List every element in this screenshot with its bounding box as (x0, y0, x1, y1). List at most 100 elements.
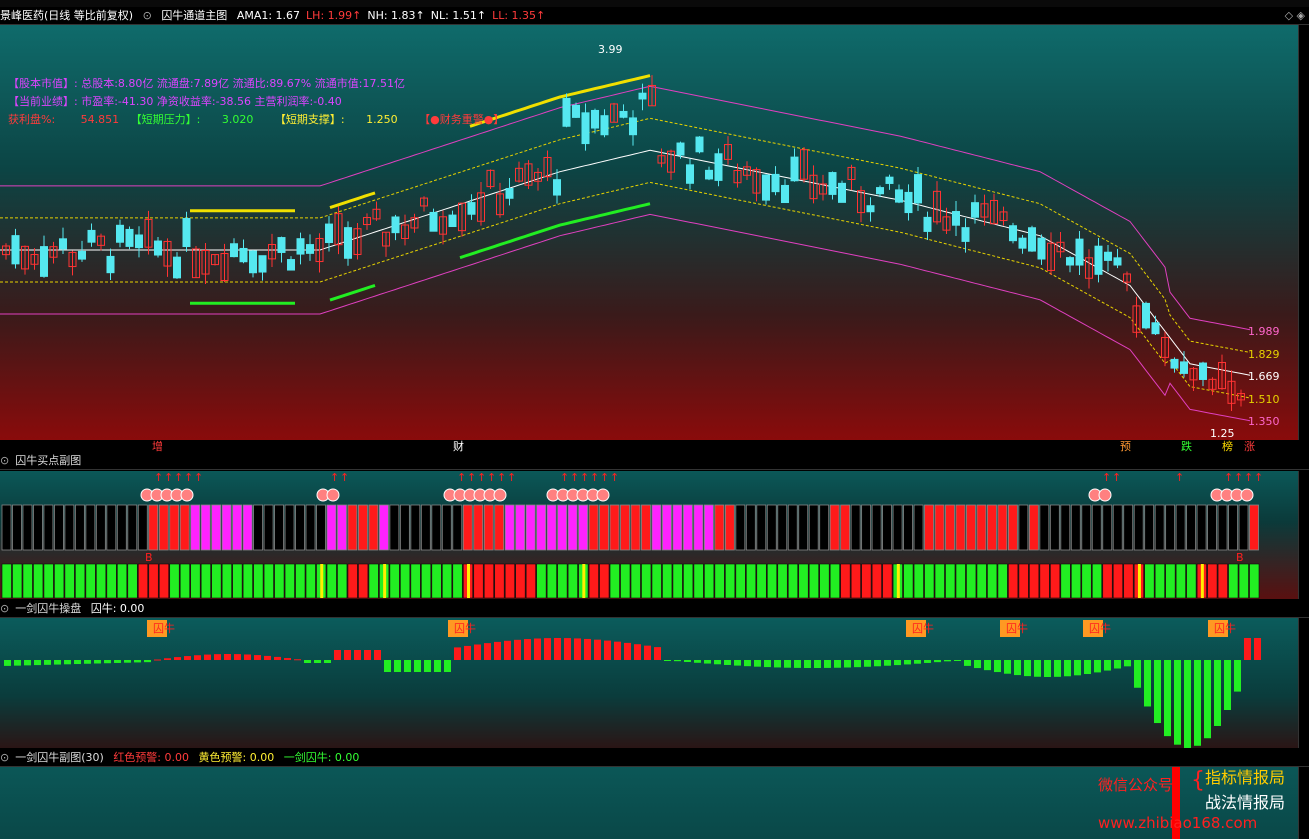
histogram-bar (264, 655, 271, 660)
candle-body (344, 227, 352, 259)
buy-bar (756, 504, 767, 551)
signal-arrow: ↑ (610, 471, 619, 484)
indicator-values: AMA1: 1.67 LH: 1.99↑ NH: 1.83↑ NL: 1.51↑ LL:… (237, 9, 551, 22)
buy-bar (599, 504, 609, 551)
right-scrollbar[interactable] (1298, 25, 1309, 440)
buy-bar (368, 504, 379, 551)
buy-bar (1165, 504, 1176, 551)
trend-bar (483, 563, 495, 599)
operation-subchart[interactable]: 囚牛 囚牛 囚牛 囚牛 囚牛 囚牛 (0, 618, 1298, 748)
trend-bar (137, 563, 149, 599)
histogram-bar (814, 660, 821, 668)
candle-body (467, 202, 476, 215)
histogram-bar (184, 656, 191, 660)
histogram-bar (444, 660, 451, 672)
collapse-icon[interactable]: ⊙ (143, 9, 152, 22)
buy-bar (22, 504, 33, 551)
histogram-bar (854, 660, 861, 668)
histogram-bar (194, 655, 201, 660)
trend-bar (609, 563, 620, 599)
histogram-bar (1044, 660, 1051, 677)
panel3-value: 囚牛: 0.00 (90, 602, 145, 615)
trend-bar (630, 563, 641, 599)
histogram-bar (784, 660, 791, 668)
trend-bar (494, 563, 505, 599)
trend-bar (504, 563, 515, 599)
histogram-bar (1104, 660, 1111, 671)
buy-bar (1028, 504, 1039, 551)
header-controls[interactable]: ◇ ◈ (1285, 7, 1305, 24)
histogram-bar (574, 638, 581, 660)
histogram-bar (434, 660, 441, 672)
histogram-bar (34, 660, 41, 666)
buy-bar (672, 504, 683, 551)
candle-body (125, 228, 134, 247)
signal-arrow: ↑ (194, 471, 203, 484)
buy-bar (1238, 504, 1249, 551)
buy-bar (924, 504, 934, 551)
trend-bar (1165, 563, 1176, 599)
buy-bar (819, 504, 830, 551)
collapse-icon[interactable]: ⊙ (0, 602, 9, 615)
candle-body (1104, 251, 1112, 261)
histogram-bar (544, 638, 551, 660)
trend-bar (693, 563, 704, 599)
buy-bar (850, 504, 861, 551)
buy-bar (399, 504, 410, 551)
histogram-bar (884, 660, 891, 666)
collapse-icon[interactable]: ⊙ (0, 751, 9, 764)
collapse-icon[interactable]: ⊙ (0, 454, 9, 467)
histogram-bar (54, 660, 61, 665)
trend-bar (536, 563, 547, 599)
trend-bar (358, 563, 369, 599)
high-price-label: 3.99 (598, 43, 623, 56)
right-scrollbar-3[interactable] (1298, 618, 1309, 748)
trend-bar (588, 563, 599, 599)
histogram-bar (774, 660, 781, 668)
info-row-levels: 获利盘%: 54.851 【短期压力】: 3.020 【短期支撑】: 1.250… (8, 113, 505, 126)
candle-body (59, 238, 67, 250)
buy-bar (190, 504, 201, 551)
trend-bar (473, 563, 484, 599)
buy-bar (473, 504, 484, 551)
buy-bar (137, 504, 148, 551)
red-warning: 红色预警: 0.00 (113, 751, 190, 764)
histogram-bar (174, 657, 181, 660)
histogram-bar (424, 660, 431, 672)
buy-bar (861, 504, 872, 551)
histogram-bar (1064, 660, 1071, 677)
histogram-bar (1004, 660, 1011, 674)
buy-bar (966, 504, 976, 551)
buy-bar (683, 504, 693, 551)
trend-bar (190, 563, 201, 599)
qiuniu-tag: 囚牛 (1089, 621, 1111, 635)
trend-bar (221, 563, 232, 599)
panel3-title[interactable]: 一剑囚牛操盘 (15, 602, 81, 615)
indicator-name[interactable]: 囚牛通道主图 (161, 9, 227, 22)
candle-body (781, 184, 789, 204)
histogram-bar (724, 660, 731, 665)
trend-bar (1091, 563, 1103, 599)
signal-arrow: ↑ (1112, 471, 1121, 484)
buy-bar (766, 504, 777, 551)
histogram-bar (234, 654, 241, 660)
buy-bar (483, 504, 494, 551)
histogram-bar (4, 660, 11, 666)
panel2-title[interactable]: 囚牛买点副图 (15, 454, 81, 467)
signal-arrow: ↑ (174, 471, 183, 484)
trend-bar (1186, 563, 1197, 599)
right-scrollbar-4[interactable] (1298, 767, 1309, 839)
histogram-bar (294, 659, 301, 661)
main-price-chart[interactable]: 3.99 1.25 1.989 1.829 1.669 1.510 1.350 【股本市值】… (0, 25, 1298, 440)
histogram-bar (944, 660, 951, 662)
panel4-title[interactable]: 一剑囚牛副图(30) (15, 751, 104, 764)
candle-body (391, 216, 400, 234)
right-scrollbar-2[interactable] (1298, 471, 1309, 599)
buy-point-subchart[interactable]: ↑ ↑ ↑ ↑ ↑ ↑ ↑ ↑ ↑ ↑ ↑ ↑ ↑ ↑ ↑ ↑ ↑ ↑ ↑ ↑ ↑ ↑ ↑ ↑ ↑ ↑ B B (0, 471, 1298, 599)
buy-bar (1154, 504, 1165, 551)
buy-bar (95, 504, 106, 551)
trend-bar (1039, 563, 1050, 599)
buy-bar (326, 504, 337, 551)
buy-bar (934, 504, 945, 551)
lower-inner-band (0, 181, 1251, 399)
